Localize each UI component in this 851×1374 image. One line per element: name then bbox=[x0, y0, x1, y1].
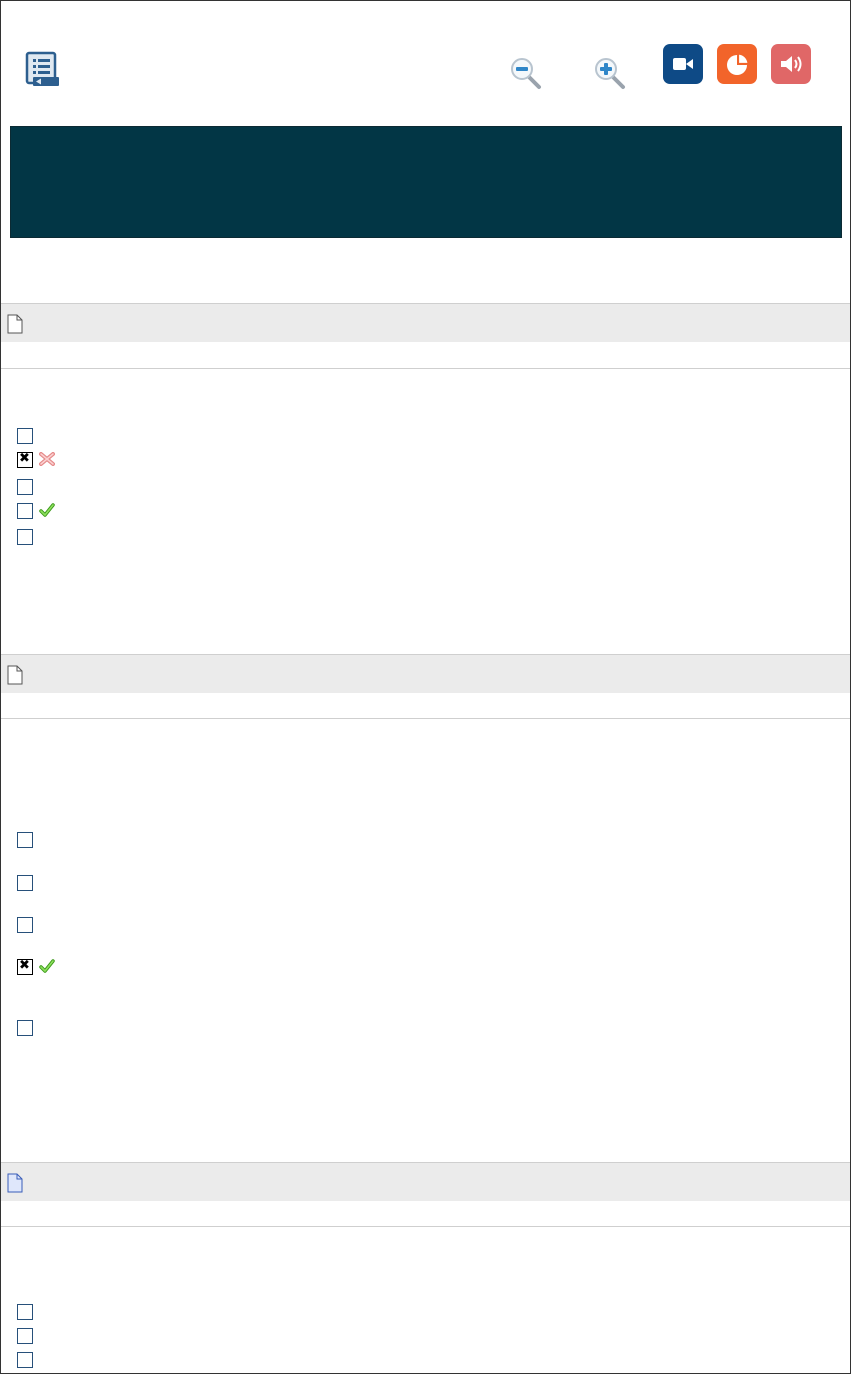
answer-checkbox[interactable] bbox=[17, 503, 33, 519]
zoom-in-button[interactable] bbox=[593, 56, 627, 92]
answer-checkbox[interactable] bbox=[17, 1352, 33, 1368]
table-of-contents-icon[interactable] bbox=[24, 51, 60, 89]
answer-checkbox[interactable] bbox=[17, 479, 33, 495]
answer-checkbox[interactable] bbox=[17, 529, 33, 545]
divider bbox=[1, 1226, 850, 1227]
speaker-icon bbox=[781, 56, 802, 72]
question-header-3 bbox=[1, 1162, 850, 1201]
answer-checkbox[interactable] bbox=[17, 428, 33, 444]
answer-checkbox[interactable] bbox=[17, 832, 33, 848]
correct-icon bbox=[39, 503, 55, 517]
page-blue-icon bbox=[7, 1173, 23, 1193]
answer-checkbox[interactable] bbox=[17, 451, 33, 468]
correct-icon bbox=[39, 959, 55, 973]
pie-chart-icon bbox=[727, 53, 749, 75]
answer-checkbox[interactable] bbox=[17, 875, 33, 891]
incorrect-icon bbox=[39, 452, 55, 466]
divider bbox=[1, 718, 850, 719]
banner-text bbox=[11, 127, 841, 167]
answer-checkbox[interactable] bbox=[17, 917, 33, 933]
answer-checkbox[interactable] bbox=[17, 958, 33, 975]
page-icon bbox=[7, 314, 23, 334]
audio-button[interactable] bbox=[771, 44, 811, 84]
video-camera-icon bbox=[673, 58, 693, 70]
zoom-out-button[interactable] bbox=[509, 56, 543, 92]
question-header-1 bbox=[1, 303, 850, 342]
zoom-out-icon bbox=[511, 58, 541, 89]
video-button[interactable] bbox=[663, 44, 703, 84]
answer-checkbox[interactable] bbox=[17, 1328, 33, 1344]
page-icon bbox=[7, 665, 23, 685]
zoom-in-icon bbox=[595, 58, 625, 89]
question-header-2 bbox=[1, 654, 850, 693]
chart-button[interactable] bbox=[717, 44, 757, 84]
answer-checkbox[interactable] bbox=[17, 1304, 33, 1320]
divider bbox=[1, 368, 850, 369]
title-banner bbox=[10, 126, 842, 238]
answer-checkbox[interactable] bbox=[17, 1020, 33, 1036]
